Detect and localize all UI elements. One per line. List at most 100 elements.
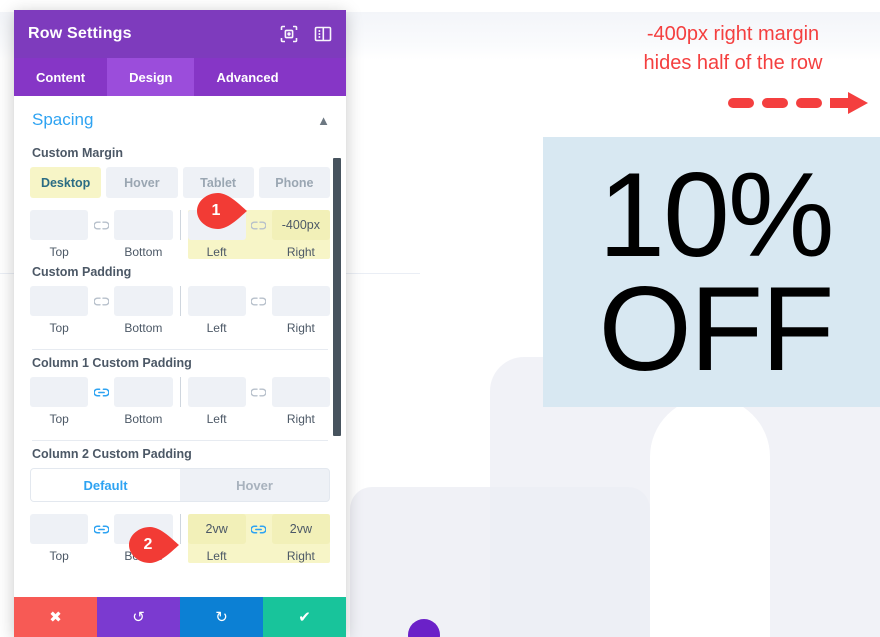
promo-row[interactable]: 10% OFF [543,137,880,407]
modal-header: Row Settings [14,10,346,58]
column-2-state-tabs: Default Hover [30,468,330,502]
column-2-bottom-label: Bottom [124,549,163,563]
column-1-right-field[interactable] [271,377,330,407]
column-1-bottom: Bottom [114,377,173,426]
device-tab-phone[interactable]: Phone [258,167,330,198]
custom-padding-top-field[interactable] [30,286,89,316]
device-tab-hover[interactable]: Hover [106,167,178,198]
close-icon: ✖ [49,609,62,626]
chevron-up-icon[interactable]: ▲ [317,113,330,128]
custom-margin-top: Top [30,210,89,259]
column-2-left: Left [187,514,246,563]
background-shape-notch [650,397,770,637]
column-1-left-field[interactable] [187,377,246,407]
column-2-top-field[interactable] [30,514,89,544]
custom-margin-top-bottom: Top Bottom [30,210,173,259]
panel-scrollbar-thumb[interactable] [333,158,341,436]
custom-margin-right-label: Right [286,245,315,259]
custom-padding-bottom-label: Bottom [124,321,163,335]
column-2-top-bottom: Top Bottom [30,514,173,563]
custom-padding-left-field[interactable] [187,286,246,316]
column-1-right-label: Right [286,412,315,426]
column-1-top-label: Top [49,412,69,426]
unlink-icon-padding-lr[interactable] [246,286,272,316]
tab-design[interactable]: Design [107,58,195,96]
panel-scrollbar-track[interactable] [333,96,344,597]
column-1-left-right: Left Right [187,377,330,426]
group-column-2-custom-padding: Column 2 Custom Padding Default Hover To… [30,447,330,563]
column-1-bottom-label: Bottom [124,412,163,426]
custom-margin-bottom-field[interactable] [114,210,173,240]
column-1-top-bottom: Top Bottom [30,377,173,426]
field-divider [179,286,181,316]
cancel-button[interactable]: ✖ [14,597,97,637]
custom-padding-bottom-field[interactable] [114,286,173,316]
modal-header-icons [280,25,332,43]
link-icon-column-2-tb[interactable] [88,514,114,544]
tab-content[interactable]: Content [14,58,107,96]
custom-margin-left-field[interactable] [187,210,246,240]
custom-margin-top-label: Top [49,245,69,259]
background-card-right [568,0,686,12]
custom-margin-left: Left [187,210,246,259]
column-2-left-label: Left [206,549,227,563]
unlink-icon-margin-tb[interactable] [88,210,114,240]
screenshot-root: 10% OFF -400px right margin hides half o… [0,0,880,637]
settings-panel-body: Spacing ▲ Custom Margin Desktop Hover Ta… [14,96,346,597]
modal-footer: ✖ ↺ ↻ ✔ [14,597,346,637]
custom-padding-top-label: Top [49,321,69,335]
divider [32,349,328,350]
annotation-line-1: -400px right margin [646,23,820,45]
custom-margin-right-field[interactable] [271,210,330,240]
custom-margin-left-label: Left [206,245,227,259]
column-1-top-field[interactable] [30,377,89,407]
focus-icon[interactable] [280,25,298,43]
state-tab-hover[interactable]: Hover [180,469,329,501]
link-icon-column-1-tb[interactable] [88,377,114,407]
column-2-bottom: Bottom [114,514,173,563]
redo-icon: ↻ [215,609,228,626]
dashed-arrow-right-icon [728,92,868,114]
custom-padding-fields: Top Bottom Left Right [30,286,330,335]
group-custom-padding: Custom Padding Top Bottom Left Right [30,265,330,335]
save-button[interactable]: ✔ [263,597,346,637]
column-2-right-field[interactable] [271,514,330,544]
column-2-top: Top [30,514,89,563]
state-tab-default[interactable]: Default [31,469,180,501]
field-divider [179,210,181,240]
annotation-line-2: hides half of the row [643,52,823,74]
layout-panel-icon[interactable] [314,25,332,43]
check-icon: ✔ [298,609,311,626]
undo-button[interactable]: ↺ [97,597,180,637]
unlink-icon-padding-tb[interactable] [88,286,114,316]
column-1-bottom-field[interactable] [114,377,173,407]
device-tab-tablet[interactable]: Tablet [182,167,254,198]
group-custom-margin: Custom Margin Desktop Hover Tablet Phone… [30,146,330,259]
custom-padding-right-field[interactable] [271,286,330,316]
column-2-bottom-field[interactable] [114,514,173,544]
column-2-right: Right [271,514,330,563]
custom-margin-right: Right [271,210,330,259]
column-2-left-field[interactable] [187,514,246,544]
spacing-section-header[interactable]: Spacing ▲ [30,108,330,140]
column-2-right-label: Right [286,549,315,563]
column-1-right: Right [271,377,330,426]
custom-margin-top-field[interactable] [30,210,89,240]
custom-padding-top-bottom: Top Bottom [30,286,173,335]
custom-padding-right-label: Right [286,321,315,335]
custom-margin-fields: Top Bottom Left -400px Right [30,210,330,259]
custom-padding-label: Custom Padding [32,265,132,279]
unlink-icon-column-1-lr[interactable] [246,377,272,407]
undo-icon: ↺ [132,609,145,626]
redo-button[interactable]: ↻ [180,597,263,637]
section-title: Spacing [32,110,94,129]
device-tab-desktop[interactable]: Desktop [30,167,102,198]
custom-padding-top: Top [30,286,89,335]
custom-padding-right: Right [271,286,330,335]
column-1-fields: Top Bottom Left Right [30,377,330,426]
tab-advanced[interactable]: Advanced [194,58,300,96]
unlink-icon-margin-lr[interactable] [246,210,272,240]
link-icon-column-2-lr[interactable] [246,514,272,544]
column-1-left: Left [187,377,246,426]
promo-line-2: OFF [598,262,835,396]
